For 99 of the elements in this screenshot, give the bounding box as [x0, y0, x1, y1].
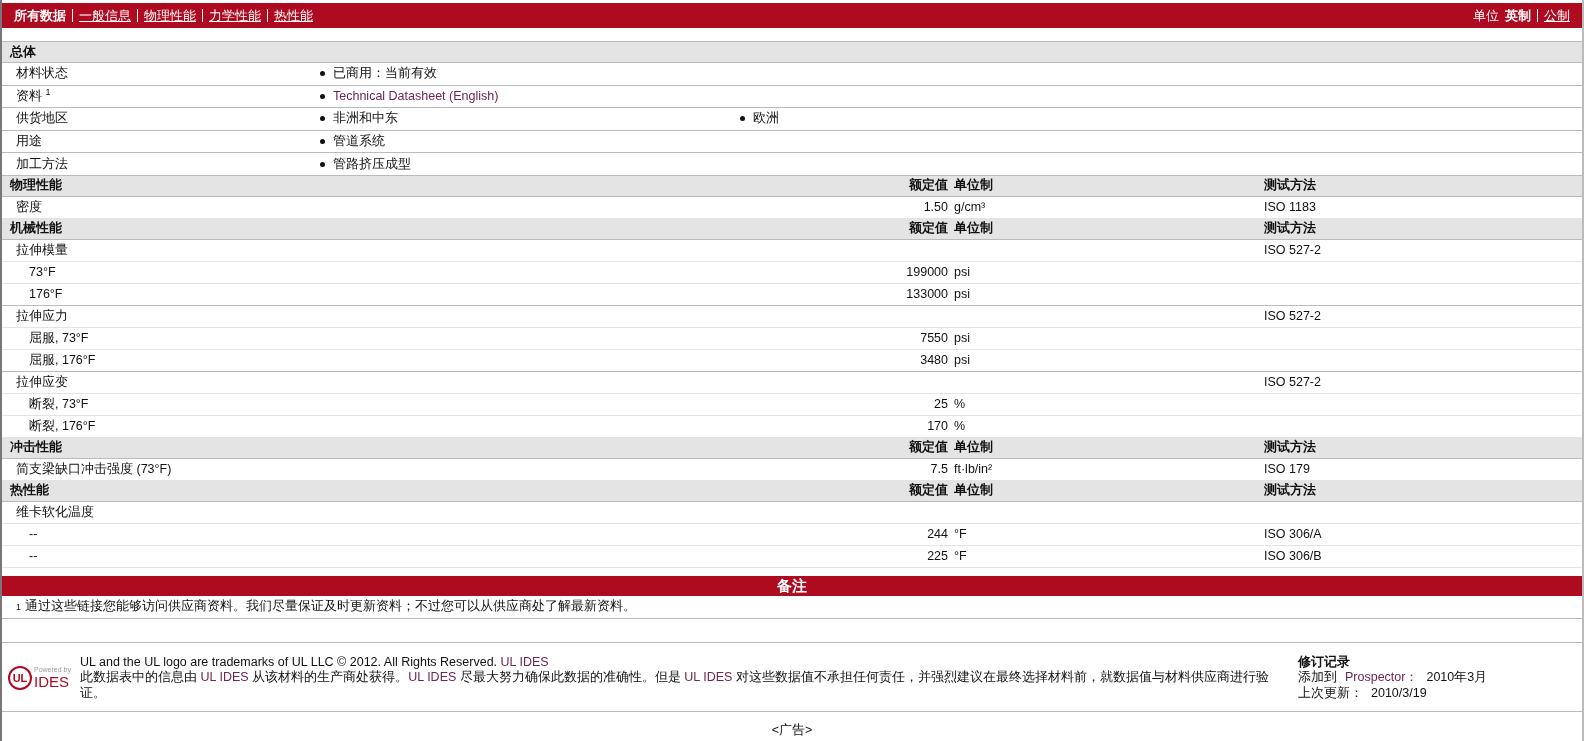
- bullet-icon: [320, 139, 325, 145]
- trademark-notice: UL and the UL logo are trademarks of UL LLC © 2012. All Rights Reserved. UL IDES: [80, 654, 550, 670]
- property-value: 管道系统: [333, 133, 385, 151]
- column-header: 额定值: [908, 177, 948, 195]
- section-title: 冲击性能: [9, 439, 63, 457]
- property-value: 7550: [919, 331, 948, 346]
- ul-ides-link[interactable]: UL IDES: [408, 670, 457, 685]
- property-value: 已商用：当前有效: [333, 65, 437, 83]
- bullet-icon: [740, 116, 745, 122]
- datasheet-link[interactable]: Technical Datasheet (English): [333, 89, 499, 104]
- column-header: 测试方法: [1264, 177, 1317, 195]
- ul-ides-link[interactable]: UL IDES: [684, 670, 733, 685]
- ul-ides-link[interactable]: UL IDES: [500, 654, 549, 669]
- unit: psi: [953, 287, 971, 302]
- units-label: 单位: [1473, 6, 1499, 25]
- property-name: --: [28, 527, 39, 542]
- property-name: 资料 $^{1}$: [15, 87, 52, 106]
- property-name: 73°F: [28, 265, 57, 280]
- revision-date: 2010年3月: [1426, 670, 1488, 686]
- property-value: 244: [926, 527, 948, 542]
- property-value: 133000: [905, 287, 948, 302]
- property-name: 断裂, 73°F: [28, 395, 90, 413]
- column-header: 额定值: [908, 482, 948, 500]
- unit: %: [953, 397, 967, 412]
- property-name: 维卡软化温度: [15, 503, 95, 521]
- ad-label: <广告>: [770, 721, 814, 739]
- prospector-link[interactable]: Prospector：: [1345, 670, 1419, 686]
- property-name: 拉伸应变: [15, 373, 69, 391]
- revision-label: 上次更新：: [1298, 685, 1363, 702]
- section-title: 热性能: [9, 482, 50, 500]
- test-method: ISO 1183: [1264, 200, 1317, 215]
- column-header: 测试方法: [1264, 220, 1317, 238]
- unit: °F: [953, 549, 968, 564]
- property-name: 屈服, 176°F: [28, 351, 97, 369]
- property-name: 用途: [15, 133, 43, 151]
- unit: psi: [953, 331, 971, 346]
- bullet-icon: [320, 116, 325, 122]
- column-header: 额定值: [908, 220, 948, 238]
- property-value: 199000: [905, 265, 948, 280]
- column-header: 单位制: [953, 220, 994, 238]
- property-value: 欧洲: [753, 110, 779, 128]
- column-header: 额定值: [908, 439, 948, 457]
- column-header: 单位制: [953, 439, 994, 457]
- property-name: 简支梁缺口冲击强度 (73°F): [15, 460, 173, 478]
- property-value: 170: [926, 419, 948, 434]
- test-method: ISO 527-2: [1264, 309, 1322, 324]
- property-name: 材料状态: [15, 65, 69, 83]
- property-name: 断裂, 176°F: [28, 417, 97, 435]
- nav-tab[interactable]: 力学性能: [209, 6, 261, 25]
- unit: %: [953, 419, 967, 434]
- test-method: ISO 179: [1264, 462, 1311, 477]
- property-name: 拉伸应力: [15, 307, 69, 325]
- section-title: 机械性能: [8, 220, 63, 238]
- test-method: ISO 306/A: [1264, 527, 1323, 542]
- property-name: 密度: [15, 198, 43, 216]
- property-value: 非洲和中东: [333, 110, 398, 128]
- nav-tab[interactable]: 一般信息: [79, 6, 131, 25]
- property-name: 屈服, 73°F: [28, 329, 90, 347]
- unit: °F: [953, 527, 968, 542]
- property-value: 7.5: [929, 462, 948, 477]
- column-header: 测试方法: [1264, 482, 1317, 500]
- unit: g/cm³: [953, 200, 987, 215]
- property-name: 加工方法: [15, 155, 69, 173]
- property-name: 拉伸模量: [15, 241, 69, 259]
- test-method: ISO 306/B: [1264, 549, 1323, 564]
- property-value: 3480: [919, 353, 948, 368]
- notes-header: 备注: [2, 575, 1582, 596]
- property-value: 25: [933, 397, 948, 412]
- revision-title: 修订记录: [1298, 654, 1351, 670]
- test-method: ISO 527-2: [1264, 375, 1322, 390]
- property-value: 管路挤压成型: [333, 155, 411, 173]
- nav-tab[interactable]: 热性能: [274, 6, 313, 25]
- nav-tab[interactable]: 物理性能: [144, 6, 196, 25]
- column-header: 测试方法: [1264, 439, 1317, 457]
- unit-option[interactable]: 英制: [1505, 6, 1531, 25]
- property-value: 1.50: [922, 200, 948, 215]
- property-name: --: [28, 549, 39, 564]
- ul-ides-link[interactable]: UL IDES: [200, 670, 249, 685]
- bullet-icon: [320, 71, 325, 77]
- unit: ft·lb/in²: [953, 462, 994, 477]
- bullet-icon: [320, 93, 325, 99]
- footnote-text: 通过这些链接您能够访问供应商资料。我们尽量保证及时更新资料；不过您可以从供应商处了解最新资料。: [25, 598, 636, 616]
- unit-option[interactable]: 公制: [1544, 6, 1570, 25]
- nav-tab[interactable]: 所有数据: [14, 6, 66, 25]
- disclaimer-text: 此数据表中的信息由 UL IDES 从该材料的生产商处获得。UL IDES 尽最大努力确保此数据的准确性。但是 UL IDES 对这些数据值不承担任何责任，并强烈建议在最终选择材料前，就数据值与材料供应商进行验证。: [80, 670, 1270, 702]
- unit: psi: [953, 265, 971, 280]
- property-name: 供货地区: [15, 110, 69, 128]
- section-title: 总体: [8, 43, 37, 61]
- revision-date: 2010/3/19: [1371, 685, 1427, 702]
- footnote-mark: 1: [16, 601, 21, 612]
- unit: psi: [953, 353, 971, 368]
- section-title: 物理性能: [9, 177, 63, 195]
- property-value: 225: [926, 549, 948, 564]
- revision-label: 添加到: [1298, 670, 1337, 686]
- column-header: 单位制: [953, 177, 994, 195]
- property-name: 176°F: [28, 287, 64, 302]
- column-header: 单位制: [953, 482, 994, 500]
- bullet-icon: [320, 161, 325, 167]
- test-method: ISO 527-2: [1264, 243, 1322, 258]
